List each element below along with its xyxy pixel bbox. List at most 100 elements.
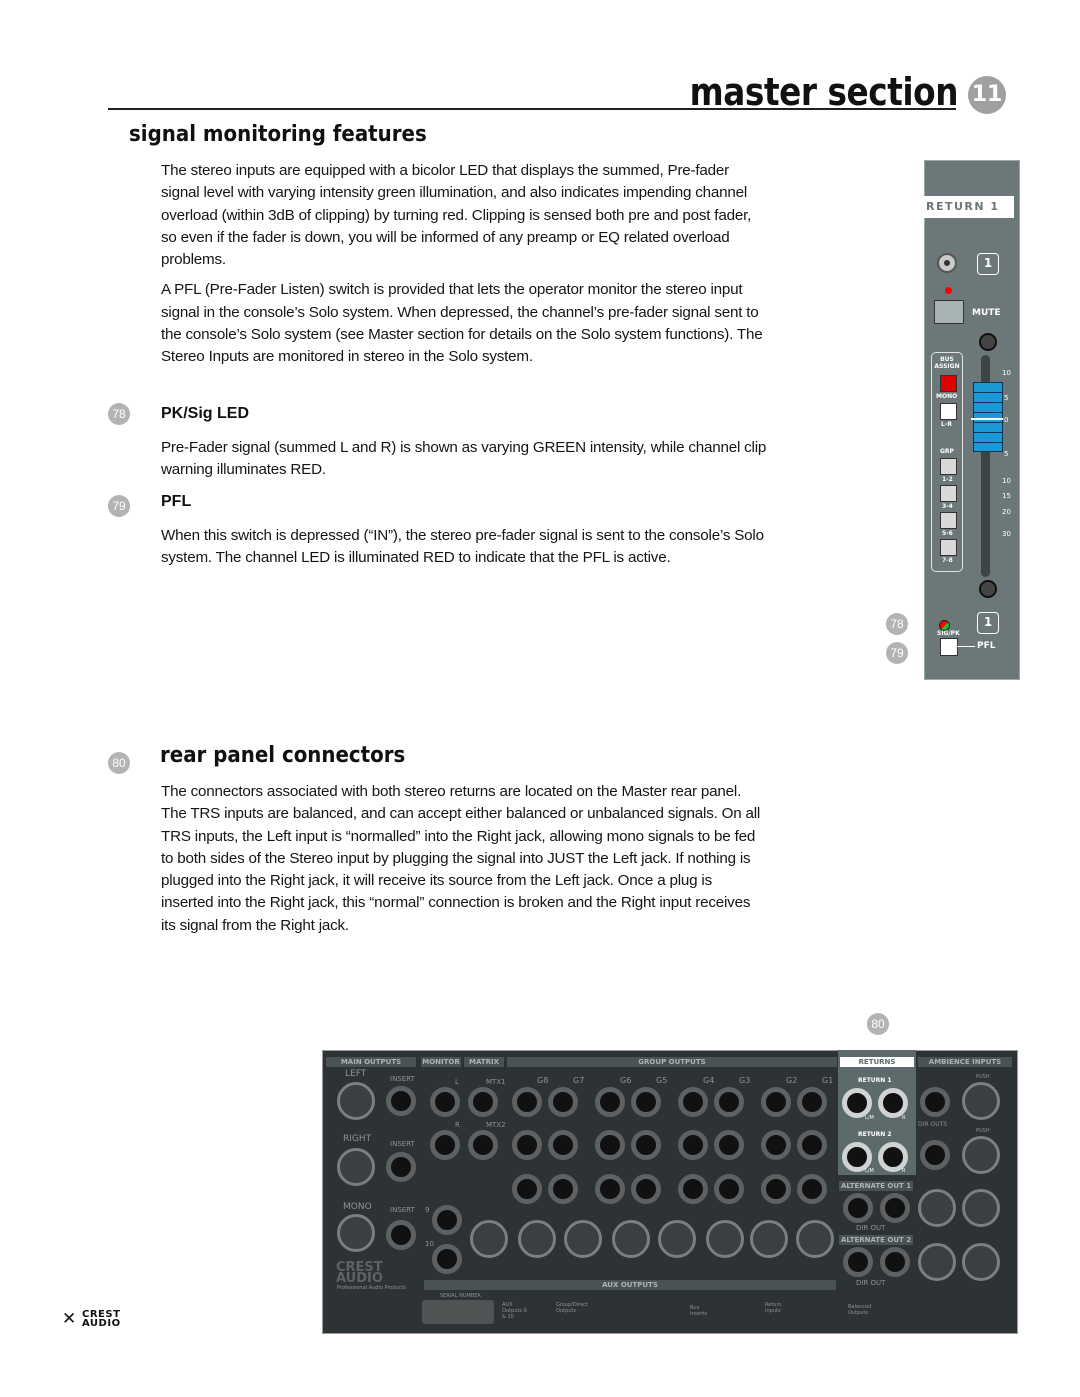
header-alternate-out-1: ALTERNATE OUT 1 — [839, 1181, 913, 1191]
group-label: G5 — [656, 1076, 668, 1085]
push-label: PUSH — [976, 1128, 990, 1134]
fader-scale-label: 15 — [1002, 492, 1011, 500]
jack-icon — [920, 1087, 950, 1117]
callout-badge: 78 — [886, 613, 908, 635]
brand-tagline: Professional Audio Products — [337, 1285, 407, 1291]
mono-lr-button[interactable] — [940, 403, 957, 420]
insert-label: INSERT — [390, 1206, 415, 1214]
jack-icon — [714, 1087, 744, 1117]
rear-brand-logo: CREST AUDIO — [336, 1261, 383, 1286]
grp-1-2-button[interactable] — [940, 458, 957, 475]
xlr-connector-icon — [564, 1220, 602, 1258]
xlr-connector-icon — [518, 1220, 556, 1258]
section2-body: The connectors associated with both ster… — [161, 783, 761, 934]
xlr-connector-icon — [470, 1220, 508, 1258]
grp-button-label: 1-2 — [942, 476, 953, 483]
xlr-connector-icon — [962, 1243, 1000, 1281]
jack-icon — [512, 1130, 542, 1160]
jack-icon — [761, 1087, 791, 1117]
fader-cap-line — [971, 418, 1003, 420]
logo-mark-icon: ✕ — [62, 1309, 77, 1329]
callout-badge: 79 — [886, 642, 908, 664]
jack-icon — [468, 1087, 498, 1117]
fader-scale-label: 10 — [1002, 477, 1011, 485]
knob-icon — [979, 580, 997, 598]
sig-pk-label: SIG/PK — [937, 630, 960, 637]
pfl-button[interactable] — [940, 638, 958, 656]
callout-badge: 80 — [108, 752, 130, 774]
fader-scale-label: 5 — [1004, 394, 1009, 402]
return-jack-label: R — [902, 1168, 906, 1174]
section-title-rear-panel: rear panel connectors — [160, 743, 406, 768]
xlr-connector-icon — [337, 1148, 375, 1186]
jack-icon — [843, 1193, 873, 1223]
legend-title: Return Inputs — [765, 1302, 782, 1314]
grp-button-label: 5-6 — [942, 530, 953, 537]
insert-label: INSERT — [390, 1140, 415, 1148]
return-jack-label: L/M — [865, 1115, 874, 1121]
brand-line: AUDIO — [336, 1271, 383, 1286]
group-label: G7 — [573, 1076, 585, 1085]
header-group-outputs: GROUP OUTPUTS — [507, 1057, 837, 1067]
aux-label: 9 — [425, 1206, 430, 1214]
jack-icon — [797, 1087, 827, 1117]
xlr-connector-icon — [612, 1220, 650, 1258]
jack-icon — [678, 1087, 708, 1117]
fader-scale-label: 30 — [1002, 530, 1011, 538]
serial-number-label: SERIAL NUMBER — [440, 1293, 481, 1299]
pfl-leader-line — [957, 646, 975, 647]
jack-icon — [595, 1130, 625, 1160]
grp-button-label: 7-8 — [942, 557, 953, 564]
bus-assign-indicator[interactable] — [940, 375, 957, 392]
grp-5-6-button[interactable] — [940, 512, 957, 529]
xlr-connector-icon — [918, 1189, 956, 1227]
jack-icon — [595, 1174, 625, 1204]
section-title-signal-monitoring: signal monitoring features — [129, 122, 427, 147]
monitor-l-label: L — [455, 1078, 459, 1086]
return-1-right-jack — [878, 1088, 908, 1118]
xlr-connector-icon — [337, 1082, 375, 1120]
channel-number-badge: 1 — [977, 253, 999, 275]
fader-cap[interactable] — [973, 382, 1003, 452]
header-matrix: MATRIX — [464, 1057, 504, 1067]
monitor-r-label: R — [455, 1121, 460, 1129]
chapter-badge: 11 — [968, 76, 1006, 114]
mute-button[interactable] — [934, 300, 964, 324]
callout-badge: 79 — [108, 495, 130, 517]
fader-scale-label: 20 — [1002, 508, 1011, 516]
jack-icon — [386, 1220, 416, 1250]
header-aux-outputs: AUX OUTPUTS — [424, 1280, 836, 1290]
main-mono-label: MONO — [343, 1202, 372, 1212]
jack-icon — [714, 1174, 744, 1204]
return-jack-label: L/M — [865, 1168, 874, 1174]
dir-out-label: DIR OUT — [856, 1279, 886, 1287]
group-label: G1 — [822, 1076, 834, 1085]
xlr-connector-icon — [796, 1220, 834, 1258]
grp-3-4-button[interactable] — [940, 485, 957, 502]
lr-label: L-R — [941, 421, 952, 428]
jack-icon — [678, 1174, 708, 1204]
paragraph: A PFL (Pre-Fader Listen) switch is provi… — [161, 281, 763, 366]
xlr-connector-icon — [750, 1220, 788, 1258]
return-1-left-jack — [842, 1088, 872, 1118]
paragraph: The stereo inputs are equipped with a bi… — [161, 162, 752, 269]
mute-led-icon — [945, 287, 952, 294]
jack-icon — [631, 1174, 661, 1204]
callout-badge: 80 — [867, 1013, 889, 1035]
jack-icon — [797, 1174, 827, 1204]
grp-7-8-button[interactable] — [940, 539, 957, 556]
matrix-2-label: MTX2 — [486, 1121, 506, 1129]
main-left-label: LEFT — [345, 1069, 367, 1079]
xlr-connector-icon — [962, 1136, 1000, 1174]
pfl-label: PFL — [977, 641, 996, 651]
jack-icon — [714, 1130, 744, 1160]
knob-icon — [979, 333, 997, 351]
fader-scale-label: 5 — [1004, 450, 1009, 458]
jack-icon — [880, 1247, 910, 1277]
jack-icon — [432, 1244, 462, 1274]
jack-icon — [761, 1174, 791, 1204]
logo-line: AUDIO — [82, 1318, 121, 1329]
grp-button-label: 3-4 — [942, 503, 953, 510]
legend-title: Group/Direct Outputs — [556, 1302, 588, 1314]
fader-scale-label: 10 — [1002, 369, 1011, 377]
